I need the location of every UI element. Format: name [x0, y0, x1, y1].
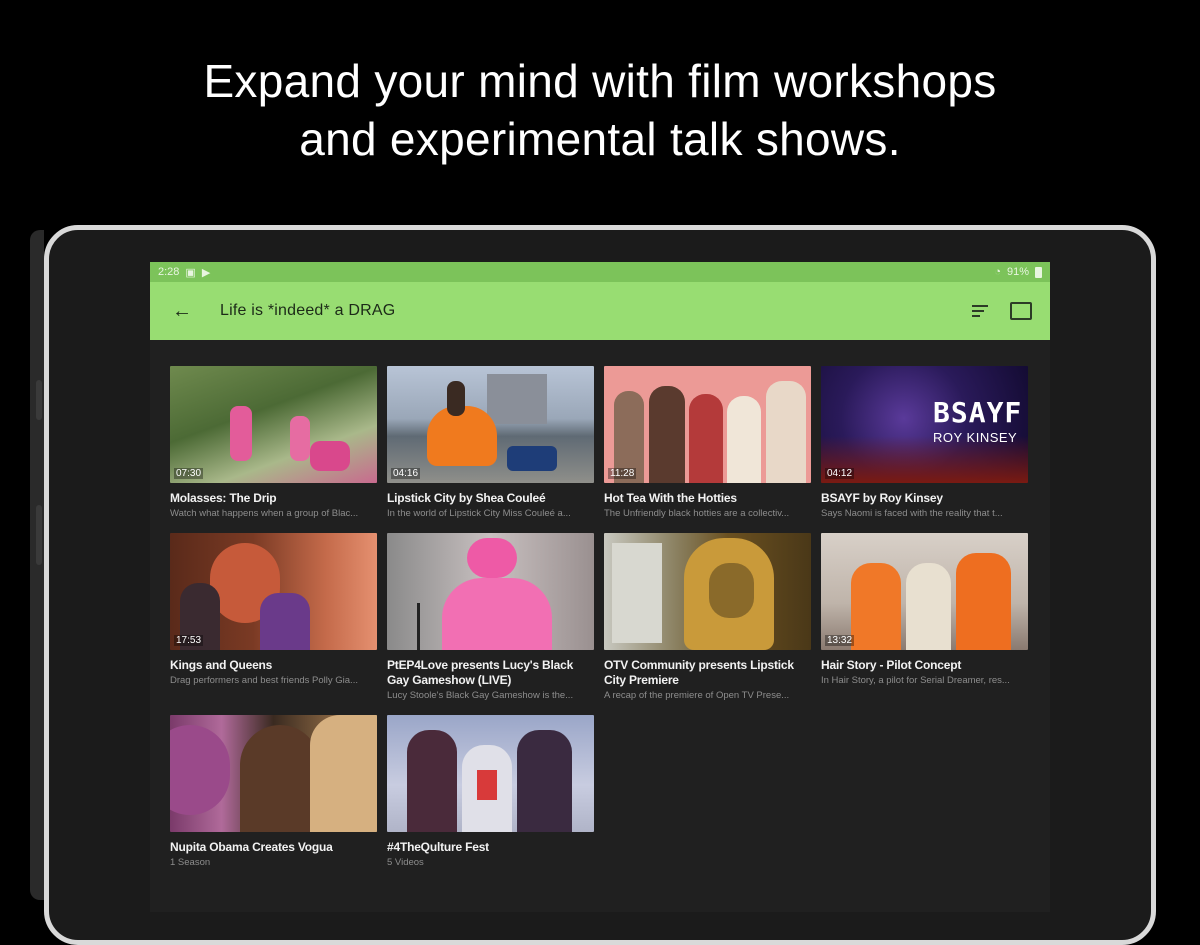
wifi-icon: ◔ [994, 266, 1001, 278]
arrow-left-icon[interactable]: ← [172, 300, 202, 323]
tablet-edge [30, 230, 44, 900]
video-title: Lipstick City by Shea Couleé [387, 491, 546, 505]
video-card-bsayf[interactable]: BSAYF ROY KINSEY 04:12 BSAYF by Roy Kins… [821, 366, 1028, 519]
video-title: BSAYF by Roy Kinsey [821, 491, 943, 505]
video-description: Says Naomi is faced with the reality tha… [821, 508, 1003, 519]
video-card-gameshow[interactable]: PtEP4Love presents Lucy's Black Gay Game… [387, 533, 594, 701]
video-thumbnail: 07:30 [170, 366, 377, 483]
video-thumbnail [387, 533, 594, 650]
video-description: Drag performers and best friends Polly G… [170, 675, 358, 686]
promo-headline: Expand your mind with film workshops and… [0, 52, 1200, 168]
video-card-otv-premiere[interactable]: OTV Community presents Lipstick City Pre… [604, 533, 811, 701]
image-notification-icon: ▣ [185, 266, 196, 279]
video-thumbnail: 04:16 [387, 366, 594, 483]
video-description: The Unfriendly black hotties are a colle… [604, 508, 790, 519]
sort-icon[interactable] [972, 302, 988, 320]
series-card-4thequlture-fest[interactable]: #4TheQulture Fest 5 Videos [387, 715, 594, 868]
series-meta: 5 Videos [387, 857, 424, 868]
page-title: Life is *indeed* a DRAG [220, 302, 396, 319]
video-card-molasses[interactable]: 07:30 Molasses: The Drip Watch what happ… [170, 366, 377, 519]
video-duration: 04:12 [825, 468, 855, 479]
cast-icon[interactable] [1010, 302, 1032, 320]
app-screen: 2:28 ▣ ▶ ◔ 91% ← Life is *indeed* a DRAG… [150, 262, 1050, 912]
video-card-hair-story[interactable]: 13:32 Hair Story - Pilot Concept In Hair… [821, 533, 1028, 701]
series-title: #4TheQulture Fest [387, 840, 489, 854]
video-thumbnail: BSAYF ROY KINSEY 04:12 [821, 366, 1028, 483]
video-description: In the world of Lipstick City Miss Coule… [387, 508, 571, 519]
video-duration: 17:53 [174, 635, 204, 646]
headline-line-1: Expand your mind with film workshops [203, 55, 997, 107]
series-thumbnail [387, 715, 594, 832]
video-description: Watch what happens when a group of Blac.… [170, 508, 359, 519]
video-description: In Hair Story, a pilot for Serial Dreame… [821, 675, 1010, 686]
video-description: Lucy Stoole's Black Gay Gameshow is the.… [387, 690, 574, 701]
video-duration: 04:16 [391, 468, 421, 479]
app-bar: ← Life is *indeed* a DRAG [150, 282, 1050, 340]
series-thumbnail [170, 715, 377, 832]
video-title: Molasses: The Drip [170, 491, 277, 505]
video-thumbnail: 17:53 [170, 533, 377, 650]
video-title: PtEP4Love presents Lucy's Black Gay Game… [387, 658, 574, 687]
video-card-kings-and-queens[interactable]: 17:53 Kings and Queens Drag performers a… [170, 533, 377, 701]
video-duration: 07:30 [174, 468, 204, 479]
video-thumbnail [604, 533, 811, 650]
video-title: OTV Community presents Lipstick City Pre… [604, 658, 794, 687]
battery-icon [1035, 266, 1042, 278]
status-bar: 2:28 ▣ ▶ ◔ 91% [150, 262, 1050, 282]
video-thumbnail: 11:28 [604, 366, 811, 483]
tablet-power-button [36, 505, 42, 565]
video-title: Hair Story - Pilot Concept [821, 658, 962, 672]
video-card-hot-tea[interactable]: 11:28 Hot Tea With the Hotties The Unfri… [604, 366, 811, 519]
series-meta: 1 Season [170, 857, 211, 868]
battery-level: 91% [1006, 266, 1029, 278]
video-card-lipstick-city[interactable]: 04:16 Lipstick City by Shea Couleé In th… [387, 366, 594, 519]
series-card-nupita-obama[interactable]: Nupita Obama Creates Vogua 1 Season [170, 715, 377, 868]
video-description: A recap of the premiere of Open TV Prese… [604, 690, 790, 701]
video-duration: 13:32 [825, 635, 855, 646]
thumbnail-overlay-subtitle: ROY KINSEY [933, 430, 1018, 445]
video-thumbnail: 13:32 [821, 533, 1028, 650]
video-duration: 11:28 [608, 468, 637, 479]
thumbnail-overlay-title: BSAYF [933, 396, 1023, 429]
headline-line-2: and experimental talk shows. [299, 113, 901, 165]
status-time: 2:28 [158, 266, 180, 278]
video-grid: 07:30 Molasses: The Drip Watch what happ… [150, 340, 1050, 868]
video-title: Hot Tea With the Hotties [604, 491, 737, 505]
series-title: Nupita Obama Creates Vogua [170, 840, 333, 854]
play-notification-icon: ▶ [201, 266, 211, 279]
video-title: Kings and Queens [170, 658, 273, 672]
tablet-volume-button [36, 380, 42, 420]
